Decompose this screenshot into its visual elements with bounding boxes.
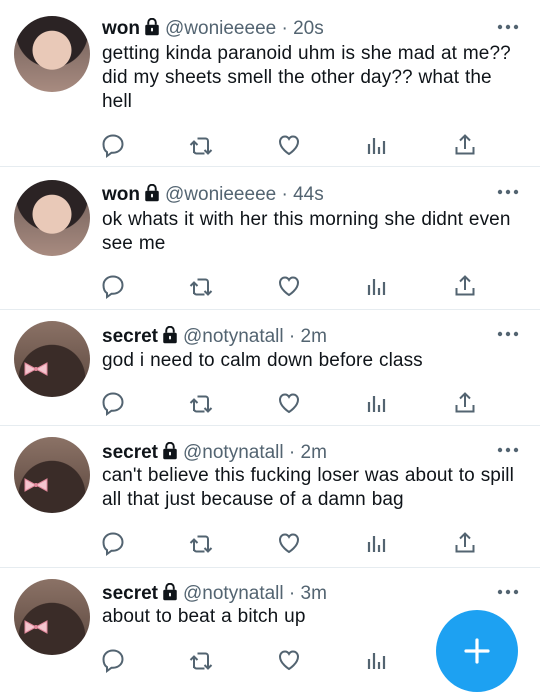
retweet-icon[interactable]	[188, 132, 214, 158]
display-name[interactable]: secret	[102, 326, 158, 347]
timestamp[interactable]: 44s	[293, 184, 324, 205]
lock-icon	[163, 583, 177, 601]
action-bar	[100, 647, 480, 675]
lock-icon	[163, 326, 177, 344]
tweet[interactable]: secret @notynatall · 2m can't believe thi…	[0, 426, 540, 568]
share-icon[interactable]	[452, 390, 478, 416]
tweet[interactable]: won @wonieeeee · 20s getting kinda parano…	[0, 0, 540, 167]
separator-dot: ·	[288, 326, 296, 347]
views-icon[interactable]	[364, 647, 390, 673]
user-handle[interactable]: @notynatall	[183, 442, 284, 463]
avatar[interactable]	[14, 321, 90, 397]
more-icon[interactable]	[496, 187, 520, 197]
tweet[interactable]: won @wonieeeee · 44s ok whats it with her…	[0, 167, 540, 310]
timestamp[interactable]: 3m	[301, 583, 327, 604]
share-icon[interactable]	[452, 132, 478, 158]
views-icon[interactable]	[364, 273, 390, 299]
avatar[interactable]	[14, 437, 90, 513]
separator-dot: ·	[288, 583, 296, 604]
tweet[interactable]: secret @notynatall · 2m god i need to cal…	[0, 310, 540, 426]
bow-icon	[24, 620, 48, 634]
retweet-icon[interactable]	[188, 530, 214, 556]
heart-icon[interactable]	[276, 530, 302, 556]
separator-dot: ·	[281, 18, 288, 39]
separator-dot: ·	[288, 442, 296, 463]
bow-icon	[24, 362, 48, 376]
tweet-header: secret @notynatall · 2m	[102, 442, 327, 464]
retweet-icon[interactable]	[188, 647, 214, 673]
tweet-header: secret @notynatall · 3m	[102, 583, 327, 605]
reply-icon[interactable]	[100, 273, 126, 299]
user-handle[interactable]: @wonieeeee	[165, 18, 276, 39]
avatar[interactable]	[14, 16, 90, 92]
timestamp[interactable]: 20s	[293, 18, 324, 39]
action-bar	[100, 132, 480, 160]
tweet-header: secret @notynatall · 2m	[102, 326, 327, 348]
action-bar	[100, 530, 480, 558]
heart-icon[interactable]	[276, 390, 302, 416]
tweet-header: won @wonieeeee · 20s	[102, 18, 324, 40]
avatar[interactable]	[14, 579, 90, 655]
separator-dot: ·	[281, 184, 288, 205]
lock-icon	[145, 18, 159, 36]
tweet-text: god i need to calm down before class	[102, 350, 423, 371]
share-icon[interactable]	[452, 530, 478, 556]
action-bar	[100, 273, 480, 301]
timestamp[interactable]: 2m	[301, 442, 327, 463]
display-name[interactable]: won	[102, 184, 140, 205]
views-icon[interactable]	[364, 530, 390, 556]
heart-icon[interactable]	[276, 273, 302, 299]
more-icon[interactable]	[496, 587, 520, 597]
tweet-header: won @wonieeeee · 44s	[102, 184, 324, 206]
more-icon[interactable]	[496, 445, 520, 455]
more-icon[interactable]	[496, 329, 520, 339]
share-icon[interactable]	[452, 273, 478, 299]
plus-icon	[464, 638, 490, 664]
tweet-text: getting kinda paranoid uhm is she mad at…	[102, 43, 511, 112]
user-handle[interactable]: @wonieeeee	[165, 184, 276, 205]
reply-icon[interactable]	[100, 390, 126, 416]
tweet-text: ok whats it with her this morning she di…	[102, 209, 511, 254]
bow-icon	[24, 478, 48, 492]
retweet-icon[interactable]	[188, 273, 214, 299]
heart-icon[interactable]	[276, 647, 302, 673]
views-icon[interactable]	[364, 132, 390, 158]
reply-icon[interactable]	[100, 530, 126, 556]
action-bar	[100, 390, 480, 418]
more-icon[interactable]	[496, 22, 520, 32]
avatar[interactable]	[14, 180, 90, 256]
compose-button[interactable]	[436, 610, 518, 692]
views-icon[interactable]	[364, 390, 390, 416]
lock-icon	[163, 442, 177, 460]
user-handle[interactable]: @notynatall	[183, 583, 284, 604]
tweet-text: can't believe this fucking loser was abo…	[102, 465, 514, 510]
user-handle[interactable]: @notynatall	[183, 326, 284, 347]
retweet-icon[interactable]	[188, 390, 214, 416]
reply-icon[interactable]	[100, 647, 126, 673]
display-name[interactable]: won	[102, 18, 140, 39]
display-name[interactable]: secret	[102, 442, 158, 463]
timestamp[interactable]: 2m	[301, 326, 327, 347]
reply-icon[interactable]	[100, 132, 126, 158]
heart-icon[interactable]	[276, 132, 302, 158]
lock-icon	[145, 184, 159, 202]
display-name[interactable]: secret	[102, 583, 158, 604]
